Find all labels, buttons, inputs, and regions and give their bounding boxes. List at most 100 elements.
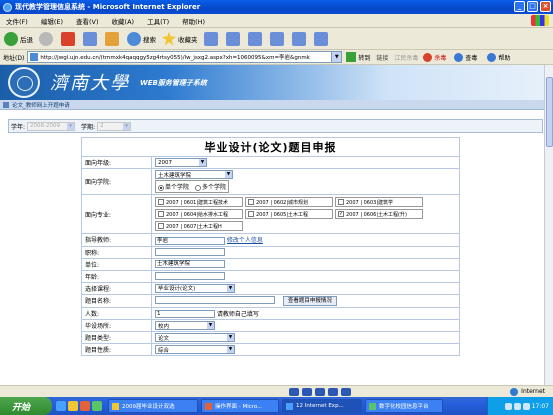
unit-input[interactable]: 土木建筑学院	[155, 260, 225, 268]
term-select[interactable]: 2 ▼	[97, 121, 132, 131]
check-virus-button[interactable]: 查毒	[465, 53, 477, 62]
check-topics-button[interactable]: 查看题目申报情况	[282, 295, 337, 306]
tray-icon[interactable]	[504, 402, 512, 410]
rank-input[interactable]	[155, 248, 225, 256]
menu-tools[interactable]: 工具(T)	[147, 16, 169, 26]
type-select[interactable]: 论文 ▼	[155, 333, 235, 342]
menu-favorites[interactable]: 收藏(A)	[112, 16, 135, 26]
stop-icon	[61, 31, 75, 46]
major-checkbox[interactable]	[158, 223, 164, 229]
menu-help[interactable]: 帮助(H)	[182, 16, 205, 26]
ie-quicklaunch-icon[interactable]	[56, 401, 66, 411]
scrollbar-thumb[interactable]	[546, 77, 553, 147]
system-tray: 17:07	[487, 397, 553, 415]
type-row: 题目类型: 论文 ▼	[81, 331, 460, 344]
home-button[interactable]	[105, 31, 121, 46]
messenger-button[interactable]	[313, 31, 330, 46]
help-icon	[487, 52, 497, 62]
rank-row: 职称:	[81, 245, 460, 259]
back-button[interactable]: 后退	[4, 31, 33, 46]
taskbar-item[interactable]: 操作界面 - Micro...	[201, 399, 279, 413]
tray-icon[interactable]	[513, 402, 521, 410]
taskbar-item-active[interactable]: 12 Internet Exp...	[282, 399, 362, 413]
address-dropdown-button[interactable]: ▼	[332, 51, 343, 63]
major-option[interactable]: 2007 | 0601|建筑工程技术	[155, 197, 243, 207]
mail-button[interactable]	[225, 31, 242, 46]
college-select[interactable]: 土木建筑学院 ▼	[155, 170, 233, 179]
go-arrow-icon[interactable]	[346, 52, 357, 62]
search-icon	[127, 31, 141, 46]
university-seal-icon	[8, 67, 40, 98]
single-college-radio[interactable]	[158, 184, 164, 191]
major-checkbox-checked[interactable]: ✓	[338, 211, 344, 217]
multi-college-radio[interactable]	[194, 184, 201, 191]
app-icon	[205, 402, 212, 410]
nature-select[interactable]: 综合 ▼	[155, 345, 235, 354]
major-option[interactable]: 2007 | 0607|土木工程H	[155, 221, 243, 231]
nature-label: 题目性质:	[81, 343, 152, 356]
topic-input[interactable]	[155, 296, 275, 304]
vertical-scrollbar[interactable]	[544, 65, 553, 385]
folder-quicklaunch-icon[interactable]	[68, 401, 78, 411]
search-button[interactable]: 搜索	[127, 31, 156, 46]
advisor-input[interactable]: 李岩	[155, 236, 225, 245]
address-label: 地址(D)	[3, 54, 25, 62]
menu-file[interactable]: 文件(F)	[6, 16, 28, 26]
major-option[interactable]: 2007 | 0604|给水排水工程	[155, 209, 243, 219]
page-content: 濟南大學 WEB服务管理子系统 论文_教师网上开题申请 学年: 2008-200…	[0, 65, 553, 385]
minimize-button[interactable]: _	[514, 1, 525, 12]
taskbar-item[interactable]: 2009届毕业设计双选	[108, 399, 198, 413]
major-option[interactable]: 2007 | 0603|建筑学	[335, 197, 423, 207]
filter-bar: 学年: 2008-2009 ▼ 学期: 2 ▼	[8, 119, 543, 133]
modify-info-link[interactable]: 修改个人信息	[227, 237, 263, 244]
forward-button[interactable]	[39, 31, 55, 46]
advisor-label: 指导教师:	[81, 233, 152, 247]
nature-row: 题目性质: 综合 ▼	[81, 343, 460, 356]
major-option[interactable]: 2007 | 0602|城市规划	[245, 197, 333, 207]
start-button[interactable]: 开始	[0, 397, 52, 415]
course-label: 选择课程:	[81, 281, 152, 295]
mail-icon	[225, 31, 240, 46]
major-checkbox[interactable]	[248, 199, 254, 205]
people-hint: 请教师自己填写	[216, 310, 259, 318]
links-button[interactable]: 链接	[376, 53, 388, 62]
help-button[interactable]: 帮助	[498, 53, 510, 62]
major-option[interactable]: ✓ 2007 | 0606|土木工程(升)	[335, 209, 423, 219]
refresh-icon	[83, 31, 97, 46]
taskbar-item[interactable]: 数字化校园信息平台	[365, 399, 443, 413]
jiangmin-link[interactable]: 江民杀毒	[394, 53, 418, 62]
major-checkbox[interactable]	[158, 199, 164, 205]
people-input[interactable]: 1	[155, 310, 215, 318]
major-checkbox[interactable]	[338, 199, 344, 205]
address-input[interactable]: http://jwgl.ujn.edu.cn/(tmmxk4qaqqgy5zg4…	[27, 51, 333, 63]
college-mode-group: 单个学院 多个学院	[155, 180, 229, 193]
close-button[interactable]: ×	[540, 1, 551, 12]
maximize-button[interactable]: □	[527, 1, 538, 12]
major-checkbox[interactable]	[248, 211, 254, 217]
age-input[interactable]	[155, 272, 225, 280]
stop-button[interactable]	[61, 31, 77, 46]
year-select[interactable]: 2008-2009 ▼	[27, 121, 76, 131]
media-quicklaunch-icon[interactable]	[80, 401, 90, 411]
refresh-button[interactable]	[83, 31, 99, 46]
history-button[interactable]	[203, 31, 220, 46]
grade-select[interactable]: 2007 ▼	[155, 158, 207, 167]
topic-form: 毕业设计(论文)题目申报 面向年级: 2007 ▼ 面向学院: 土木建筑学院 ▼ 单…	[81, 137, 460, 356]
favorites-button[interactable]: 收藏夹	[162, 31, 198, 46]
discuss-button[interactable]	[291, 31, 308, 46]
menu-view[interactable]: 查看(V)	[76, 16, 99, 26]
major-checkbox[interactable]	[158, 211, 164, 217]
desktop-quicklaunch-icon[interactable]	[92, 401, 102, 411]
advisor-row: 指导教师: 李岩 修改个人信息	[81, 233, 460, 247]
print-button[interactable]	[247, 31, 264, 46]
ie-icon	[286, 402, 293, 410]
place-select[interactable]: 校内 ▼	[155, 321, 215, 330]
edit-button[interactable]	[269, 31, 286, 46]
kill-virus-button[interactable]: 杀毒	[434, 53, 446, 62]
major-option[interactable]: 2007 | 0605|土木工程	[245, 209, 333, 219]
go-button[interactable]: 转到	[358, 53, 370, 62]
menu-edit[interactable]: 编辑(E)	[41, 16, 63, 26]
course-select[interactable]: 毕业设计(论文) ▼	[155, 283, 235, 293]
tray-icon[interactable]	[522, 402, 530, 410]
security-zone: Internet	[510, 387, 545, 396]
